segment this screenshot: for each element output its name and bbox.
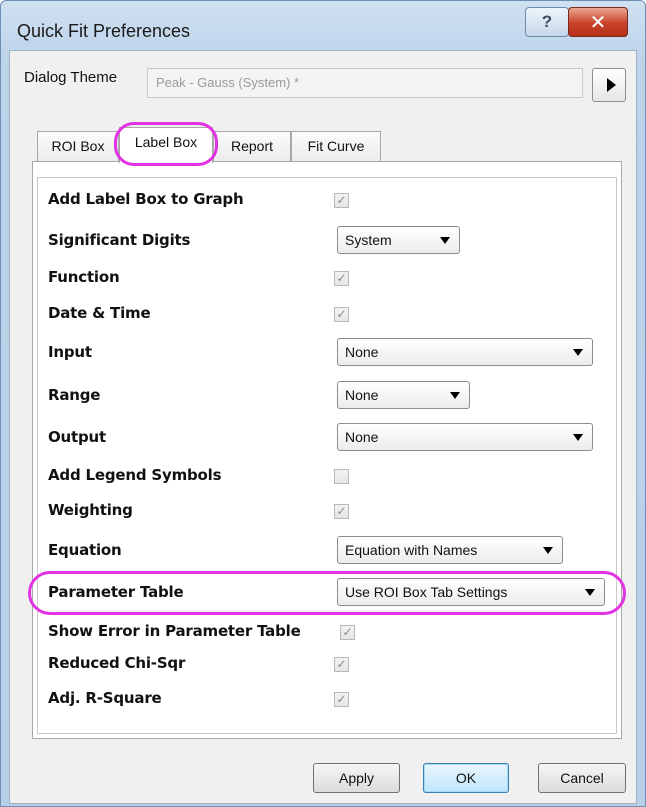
date-time-checkbox[interactable]: ✓ [334, 307, 349, 322]
significant-digits-label: Significant Digits [48, 231, 191, 249]
significant-digits-select[interactable]: System [337, 226, 460, 254]
adj-rsquare-label: Adj. R-Square [48, 689, 162, 707]
add-legend-symbols-label: Add Legend Symbols [48, 466, 222, 484]
reduced-chisqr-checkbox[interactable]: ✓ [334, 657, 349, 672]
input-label: Input [48, 343, 92, 361]
range-value: None [345, 387, 379, 403]
show-error-checkbox[interactable]: ✓ [340, 625, 355, 640]
weighting-checkbox[interactable]: ✓ [334, 504, 349, 519]
help-icon: ? [541, 12, 553, 31]
ok-button[interactable]: OK [423, 763, 509, 793]
range-select[interactable]: None [337, 381, 470, 409]
adj-rsquare-checkbox[interactable]: ✓ [334, 692, 349, 707]
chevron-down-icon [543, 547, 553, 554]
equation-select[interactable]: Equation with Names [337, 536, 563, 564]
output-select[interactable]: None [337, 423, 593, 451]
range-label: Range [48, 386, 101, 404]
show-error-label: Show Error in Parameter Table [48, 622, 301, 640]
significant-digits-value: System [345, 232, 392, 248]
tab-roi-box[interactable]: ROI Box [37, 131, 119, 161]
apply-button[interactable]: Apply [313, 763, 400, 793]
parameter-table-highlight-annotation [28, 571, 626, 615]
add-label-box-label: Add Label Box to Graph [48, 190, 244, 208]
tab-fit-curve[interactable]: Fit Curve [291, 131, 381, 161]
equation-value: Equation with Names [345, 542, 478, 558]
help-button[interactable]: ? [525, 7, 569, 37]
close-button[interactable]: ✕ [568, 7, 628, 37]
equation-label: Equation [48, 541, 122, 559]
window-title: Quick Fit Preferences [17, 21, 191, 41]
function-label: Function [48, 268, 120, 286]
dialog-theme-field[interactable]: Peak - Gauss (System) * [147, 68, 583, 98]
date-time-label: Date & Time [48, 304, 151, 322]
chevron-down-icon [450, 392, 460, 399]
theme-menu-arrow-button[interactable] [592, 68, 626, 102]
chevron-down-icon [573, 434, 583, 441]
reduced-chisqr-label: Reduced Chi-Sqr [48, 654, 186, 672]
add-label-box-checkbox[interactable]: ✓ [334, 193, 349, 208]
add-legend-symbols-checkbox[interactable] [334, 469, 349, 484]
tab-highlight-annotation [114, 122, 218, 166]
label-box-settings-grid [37, 177, 617, 734]
output-value: None [345, 429, 379, 445]
input-select[interactable]: None [337, 338, 593, 366]
input-value: None [345, 344, 379, 360]
function-checkbox[interactable]: ✓ [334, 271, 349, 286]
dialog-theme-label: Dialog Theme [24, 69, 118, 86]
cancel-button[interactable]: Cancel [538, 763, 626, 793]
weighting-label: Weighting [48, 501, 133, 519]
chevron-down-icon [440, 237, 450, 244]
tab-report[interactable]: Report [213, 131, 291, 161]
close-icon: ✕ [589, 11, 607, 34]
output-label: Output [48, 428, 106, 446]
chevron-down-icon [573, 349, 583, 356]
